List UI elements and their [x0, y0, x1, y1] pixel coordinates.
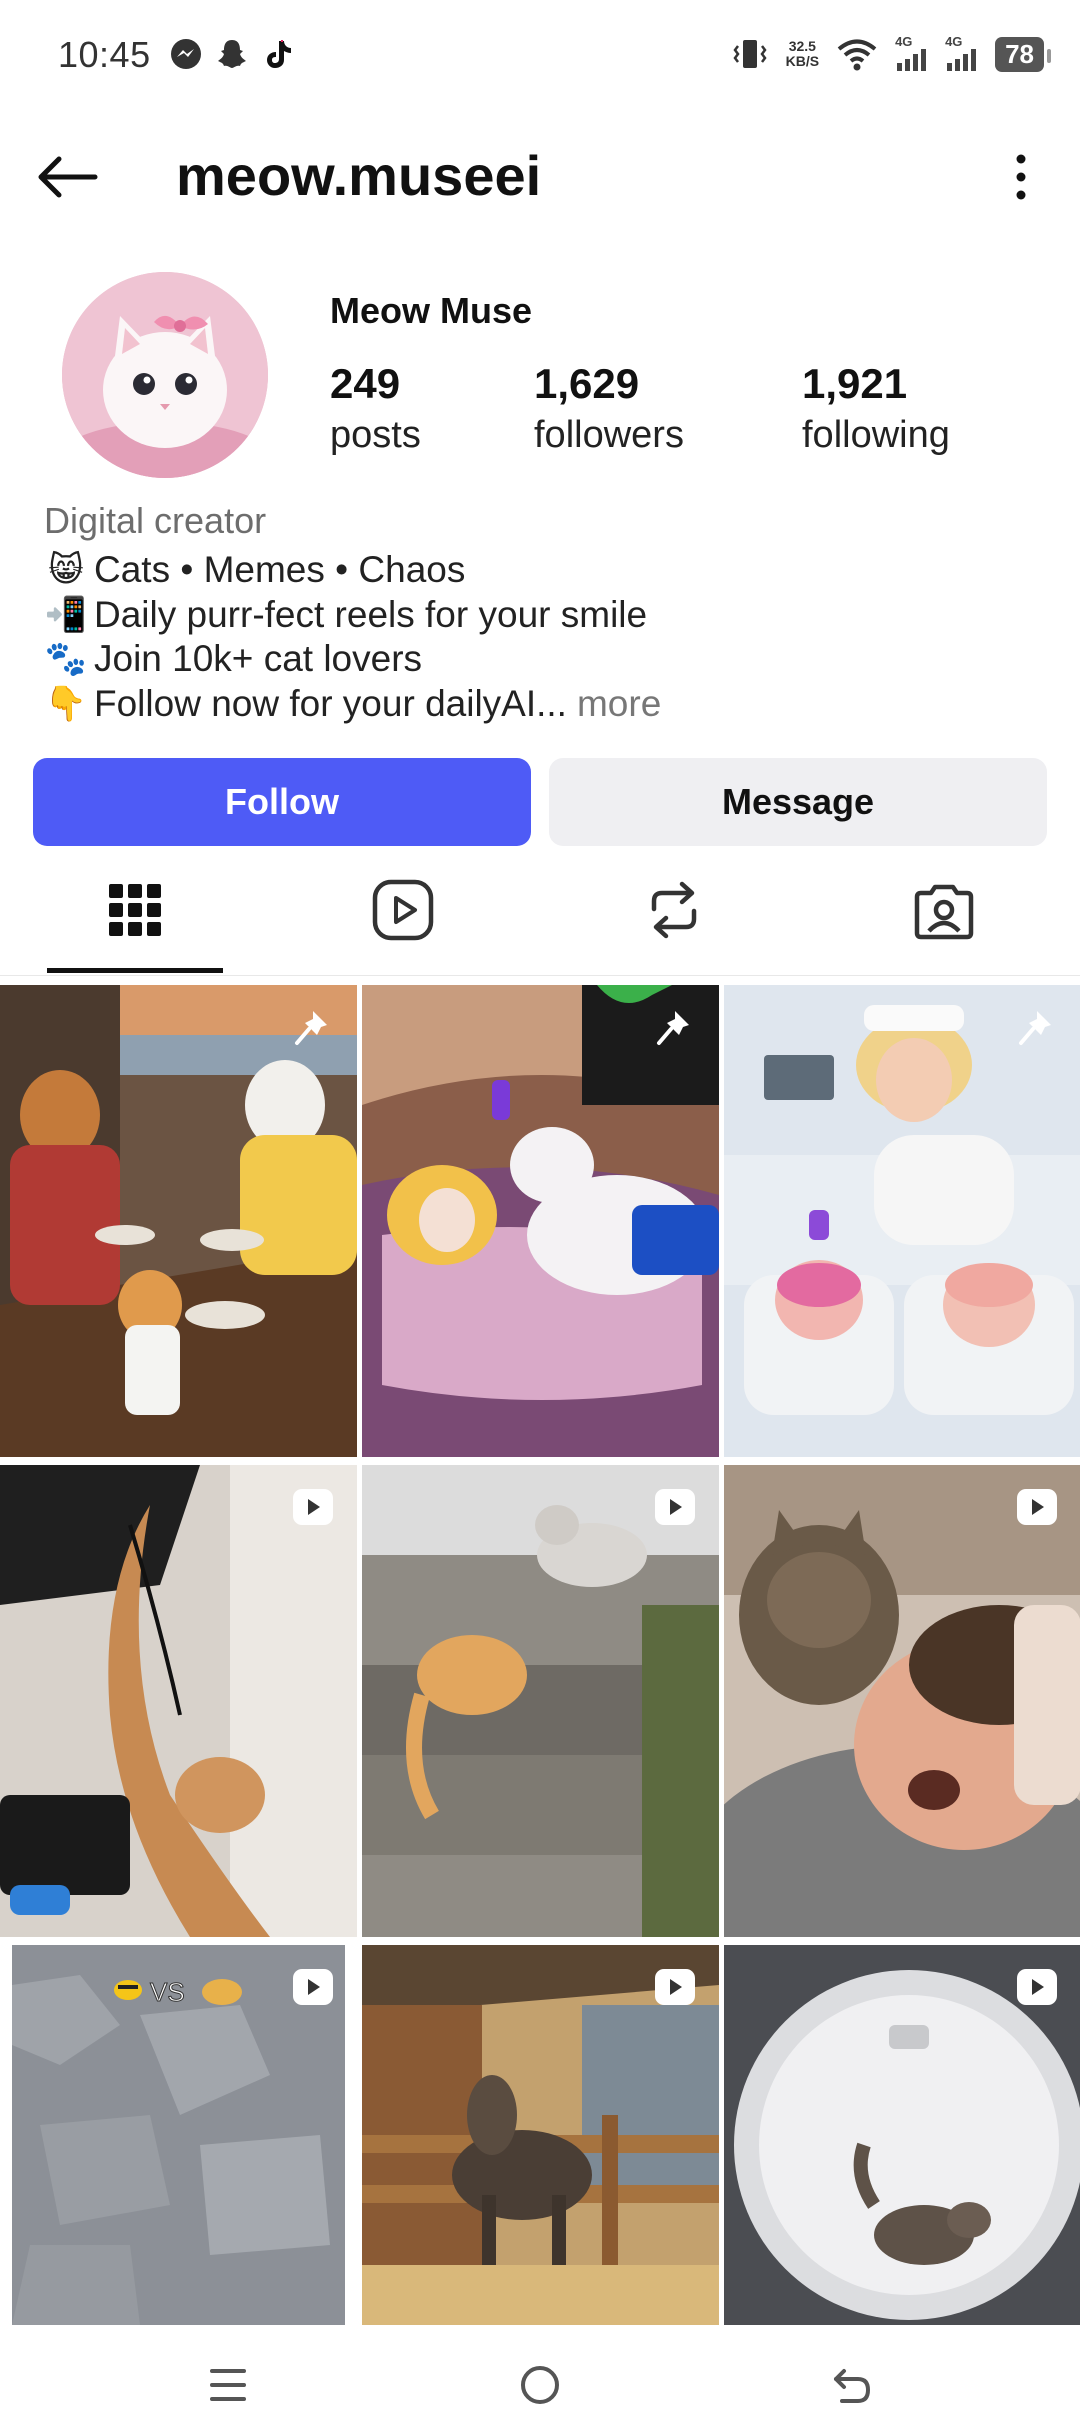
stat-posts[interactable]: 249 posts [330, 360, 421, 457]
post-tile[interactable] [0, 985, 357, 1457]
notification-icons [168, 36, 296, 72]
bio-text: Join 10k+ cat lovers [94, 638, 423, 679]
signal-1: 4G [895, 34, 929, 74]
post-tile[interactable] [0, 1465, 357, 1937]
nav-back-button[interactable] [807, 2350, 897, 2420]
tab-tagged[interactable] [854, 870, 1034, 950]
bio-line: 👇 Follow now for your dailyAI... more [44, 682, 661, 727]
bio-line: 📲 Daily purr-fect reels for your smile [44, 593, 661, 638]
reel-icon [655, 1489, 695, 1525]
tab-reposts[interactable] [584, 870, 764, 950]
post-thumbnail [362, 1465, 719, 1937]
reel-icon [655, 1969, 695, 2005]
stat-value: 1,629 [534, 360, 640, 407]
post-thumbnail [0, 1465, 357, 1937]
tiktok-icon [267, 40, 291, 68]
post-tile[interactable] [362, 1465, 719, 1937]
grid-icon [109, 884, 161, 936]
profile-bio: 😸 Cats • Memes • Chaos 📲 Daily purr-fect… [44, 548, 661, 726]
bio-text: Follow now for your dailyAI... [94, 682, 567, 724]
paw-prints-emoji: 🐾 [44, 640, 88, 678]
stat-following[interactable]: 1,921 following [802, 360, 950, 457]
avatar-cat-image [62, 272, 268, 478]
reposts-icon [651, 881, 697, 939]
grinning-cat-emoji: 😸 [48, 551, 84, 589]
tab-divider [0, 975, 1080, 976]
home-circle-icon [521, 2366, 559, 2404]
wifi-icon [837, 39, 877, 71]
display-name: Meow Muse [330, 290, 533, 331]
options-button[interactable] [988, 142, 1054, 212]
bio-text: Daily purr-fect reels for your smile [94, 593, 648, 635]
pointing-down-emoji: 👇 [44, 684, 88, 723]
phone-arrow-emoji: 📲 [44, 595, 88, 634]
avatar[interactable] [62, 272, 268, 478]
bio-line: 😸 Cats • Memes • Chaos [44, 548, 661, 593]
bio-line: 🐾 Join 10k+ cat lovers [44, 637, 661, 682]
messenger-icon [171, 39, 201, 69]
status-time: 10:45 [58, 34, 151, 75]
reel-icon [293, 1489, 333, 1525]
post-thumbnail [362, 985, 719, 1457]
bio-more-link[interactable]: more [577, 682, 661, 727]
post-thumbnail [724, 1465, 1080, 1937]
post-tile[interactable] [724, 1465, 1080, 1937]
stat-label: following [802, 414, 950, 456]
tagged-icon [914, 884, 974, 940]
signal-icon [947, 49, 977, 71]
signal-icon [897, 49, 927, 71]
tab-reels[interactable] [313, 870, 493, 950]
post-thumbnail [724, 985, 1080, 1457]
stat-label: followers [534, 414, 684, 456]
stat-label: posts [330, 414, 421, 456]
signal-2: 4G [945, 34, 979, 74]
tab-posts-grid[interactable] [45, 870, 225, 950]
pin-icon [1019, 1011, 1051, 1045]
net-speed: 32.5 KB/S [785, 38, 820, 69]
profile-category: Digital creator [44, 500, 267, 541]
active-tab-indicator [47, 968, 223, 973]
follow-button[interactable]: Follow [33, 758, 531, 846]
more-vertical-icon [1016, 154, 1026, 200]
profile-username: meow.museei [176, 144, 542, 207]
snapchat-icon [218, 40, 246, 68]
back-button[interactable] [28, 142, 106, 212]
pin-icon [657, 1011, 689, 1045]
vs-overlay-text: VS [150, 1977, 185, 2007]
nav-home-button[interactable] [495, 2350, 585, 2420]
system-icons: 32.5 KB/S 4G 4G 78 [730, 34, 1051, 74]
menu-icon [210, 2369, 246, 2401]
stat-value: 249 [330, 360, 401, 407]
pin-icon [295, 1011, 327, 1045]
status-bar: 10:45 32.5 KB/S 4G 4G 78 [0, 0, 1080, 110]
message-button[interactable]: Message [549, 758, 1047, 846]
reel-icon [1017, 1969, 1057, 2005]
reels-icon [372, 879, 434, 941]
battery-indicator: 78 [995, 36, 1051, 72]
stat-value: 1,921 [802, 360, 908, 407]
stat-followers[interactable]: 1,629 followers [534, 360, 684, 457]
post-tile[interactable] [362, 985, 719, 1457]
arrow-left-icon [38, 156, 98, 198]
reel-icon [1017, 1489, 1057, 1525]
reel-icon [293, 1969, 333, 2005]
vibrate-icon [733, 40, 767, 68]
nav-menu-button[interactable] [183, 2350, 273, 2420]
post-thumbnail [0, 985, 357, 1457]
post-tile[interactable] [724, 985, 1080, 1457]
back-icon [834, 2369, 871, 2403]
bio-text: Cats • Memes • Chaos [94, 549, 466, 590]
